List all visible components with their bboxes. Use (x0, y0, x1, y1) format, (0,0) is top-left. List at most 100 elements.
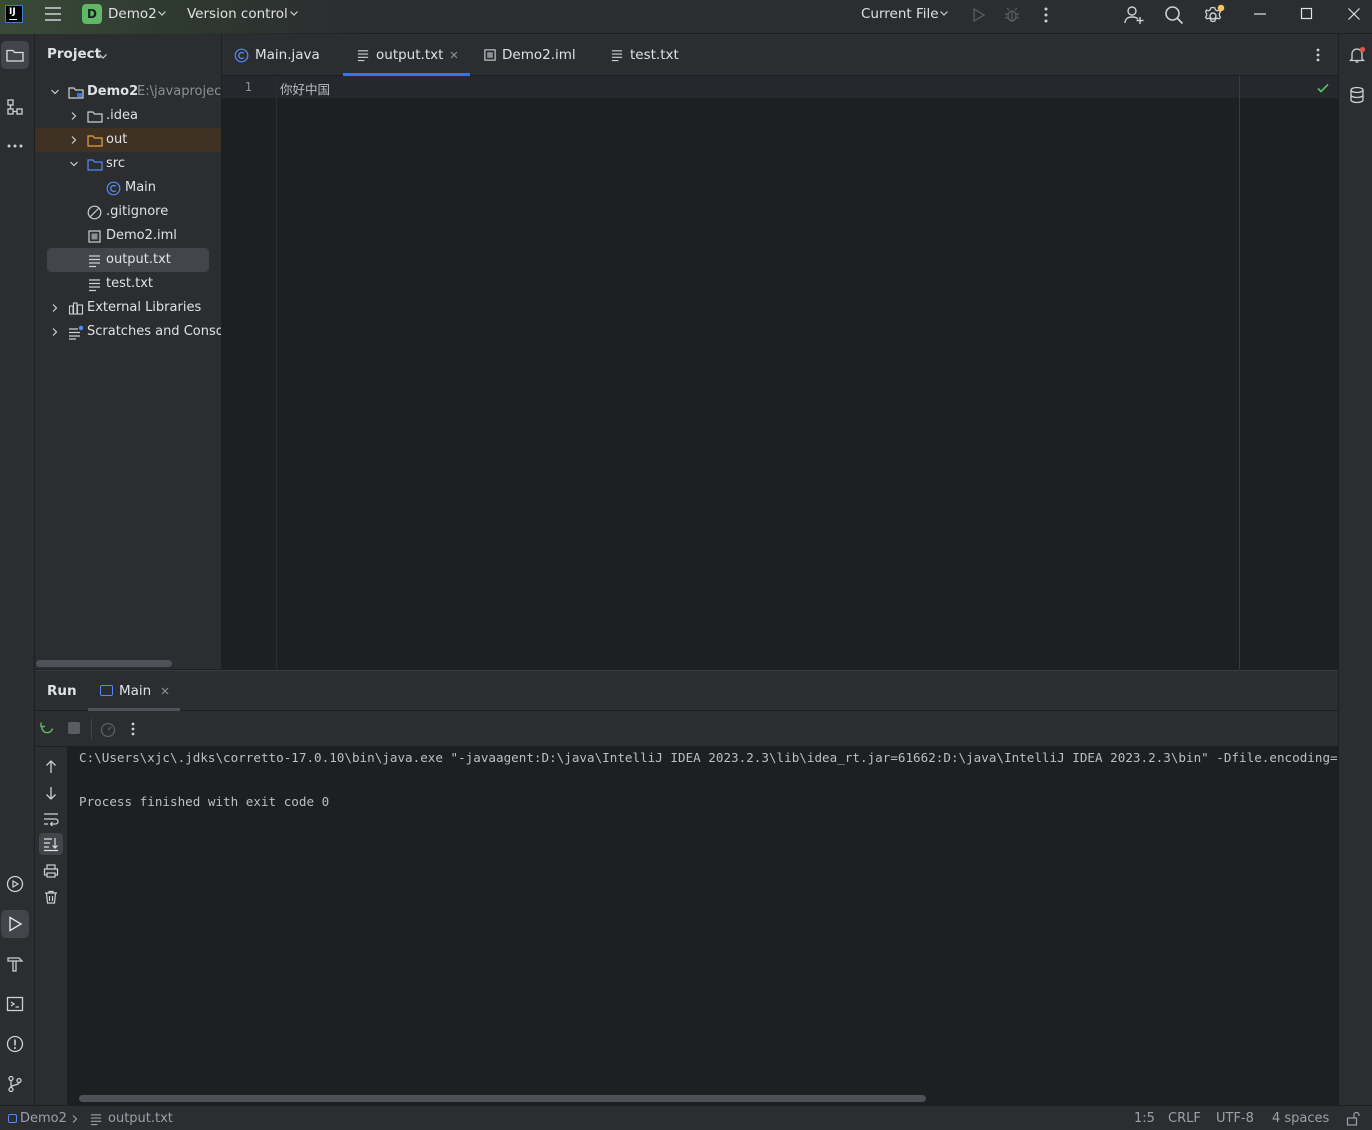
database-tool-button[interactable] (1343, 81, 1371, 109)
tree-node-test-txt[interactable]: test.txt (35, 272, 221, 296)
project-horizontal-scrollbar[interactable] (36, 660, 172, 667)
more-tool-windows-button[interactable] (1, 132, 29, 160)
project-badge: D (82, 4, 102, 24)
tree-node-scratches[interactable]: Scratches and Conso (35, 320, 222, 344)
problems-tool-button[interactable] (1, 1030, 29, 1058)
tree-node-main[interactable]: Main (35, 176, 221, 200)
project-tool-button[interactable] (1, 41, 29, 69)
problems-icon (6, 1035, 24, 1053)
module-file-icon (484, 49, 496, 61)
console-line: Process finished with exit code 0 (79, 794, 330, 809)
breadcrumb-file[interactable]: output.txt (108, 1106, 173, 1130)
tree-label: Scratches and Conso (87, 324, 222, 339)
soft-wrap-icon[interactable] (43, 811, 59, 827)
tree-node-demo2[interactable]: Demo2 E:\javaproject (35, 80, 221, 104)
project-panel-title[interactable]: Project (47, 46, 101, 62)
stop-icon[interactable] (68, 722, 80, 734)
more-horizontal-icon (7, 144, 23, 148)
console-output[interactable]: C:\Users\xjc\.jdks\corretto-17.0.10\bin\… (68, 747, 1338, 1092)
arrow-down-icon[interactable] (43, 785, 59, 801)
line-separator[interactable]: CRLF (1168, 1106, 1201, 1130)
status-bar: Demo2 output.txt 1:5 CRLF UTF-8 4 spaces (0, 1105, 1372, 1130)
tab-demo2-iml[interactable]: Demo2.iml (483, 34, 576, 76)
more-actions-icon[interactable] (1038, 6, 1054, 24)
project-widget[interactable]: D Demo2 (82, 4, 172, 26)
more-actions-icon[interactable] (125, 721, 141, 737)
trash-icon[interactable] (43, 889, 59, 905)
run-config-label: Current File (861, 6, 939, 22)
editor-gutter: 1 (222, 76, 277, 669)
console-icon (100, 685, 113, 696)
scroll-to-end-toggle[interactable] (39, 833, 63, 855)
tree-label: test.txt (106, 276, 153, 291)
run-tool-button[interactable] (1, 910, 29, 938)
notifications-tool-button[interactable] (1343, 41, 1371, 69)
toolbar-separator (91, 719, 92, 739)
run-icon[interactable] (969, 6, 987, 24)
tab-label: test.txt (630, 47, 679, 63)
tree-node-output-txt[interactable]: output.txt (47, 248, 209, 272)
right-margin-guide (1239, 76, 1240, 669)
tree-label: output.txt (106, 252, 171, 267)
minimize-window-icon[interactable] (1252, 6, 1268, 22)
run-side-toolbar (35, 747, 68, 1106)
chevron-down-icon (289, 8, 299, 18)
rerun-icon[interactable] (39, 720, 56, 737)
tab-label: Demo2.iml (502, 47, 576, 63)
project-tool-window: Project Demo2 E:\javaproject .idea out s… (35, 34, 222, 669)
tree-node-demo2-iml[interactable]: Demo2.iml (35, 224, 221, 248)
tab-test-txt[interactable]: test.txt (610, 34, 679, 76)
tree-label: Main (125, 180, 157, 195)
editor-tabs-bar: Main.java output.txt Demo2.iml test.txt (222, 34, 1338, 76)
folder-icon (6, 49, 24, 62)
breadcrumb-project[interactable]: Demo2 (20, 1106, 67, 1130)
current-line-highlight (222, 76, 1338, 98)
tree-node-external-libraries[interactable]: External Libraries (35, 296, 221, 320)
java-class-icon (106, 181, 121, 196)
inspection-ok-icon[interactable] (1316, 81, 1330, 95)
caret-position[interactable]: 1:5 (1134, 1106, 1155, 1130)
build-tool-button[interactable] (1, 950, 29, 978)
debug-icon[interactable] (1003, 6, 1021, 24)
tree-node-src[interactable]: src (35, 152, 221, 176)
run-tab-main[interactable]: Main (88, 671, 180, 711)
tab-output-txt[interactable]: output.txt (343, 34, 470, 76)
main-menu-icon[interactable] (43, 5, 63, 23)
vcs-label: Version control (187, 6, 288, 22)
version-control-widget[interactable]: Version control (187, 4, 302, 26)
source-folder-icon (87, 159, 103, 171)
close-window-icon[interactable] (1346, 6, 1362, 22)
restore-layout-icon[interactable] (99, 720, 117, 738)
search-icon[interactable] (1163, 4, 1185, 26)
title-bar: IJ D Demo2 Version control Current File (0, 0, 1372, 34)
tree-node-out[interactable]: out (35, 128, 221, 152)
print-icon[interactable] (43, 863, 59, 879)
chevron-down-icon (939, 8, 949, 18)
console-line: C:\Users\xjc\.jdks\corretto-17.0.10\bin\… (79, 750, 1338, 765)
tree-node-idea[interactable]: .idea (35, 104, 221, 128)
editor-tabs-menu-icon[interactable] (1310, 47, 1326, 63)
chevron-down-icon[interactable] (98, 51, 108, 61)
terminal-tool-button[interactable] (1, 990, 29, 1018)
tree-node-gitignore[interactable]: .gitignore (35, 200, 221, 224)
run-configuration-selector[interactable]: Current File (861, 4, 953, 26)
tab-main-java[interactable]: Main.java (234, 34, 320, 76)
project-name: Demo2 (108, 6, 157, 22)
git-tool-button[interactable] (1, 1070, 29, 1098)
unlock-icon (1346, 1111, 1360, 1126)
services-tool-button[interactable] (1, 870, 29, 898)
text-file-icon (357, 50, 369, 62)
settings-gear-icon[interactable] (1202, 3, 1226, 27)
console-horizontal-scrollbar[interactable] (79, 1095, 926, 1102)
indent-setting[interactable]: 4 spaces (1272, 1106, 1329, 1130)
chevron-right-icon (71, 136, 77, 144)
left-tool-window-bar (0, 34, 35, 1105)
arrow-up-icon[interactable] (43, 759, 59, 775)
code-with-me-icon[interactable] (1123, 4, 1145, 26)
terminal-icon (6, 996, 24, 1012)
editor-area[interactable]: 1 你好中国 (222, 76, 1338, 669)
file-encoding[interactable]: UTF-8 (1216, 1106, 1254, 1130)
maximize-window-icon[interactable] (1299, 6, 1315, 22)
close-tab-icon (450, 51, 458, 59)
structure-tool-button[interactable] (1, 93, 29, 121)
